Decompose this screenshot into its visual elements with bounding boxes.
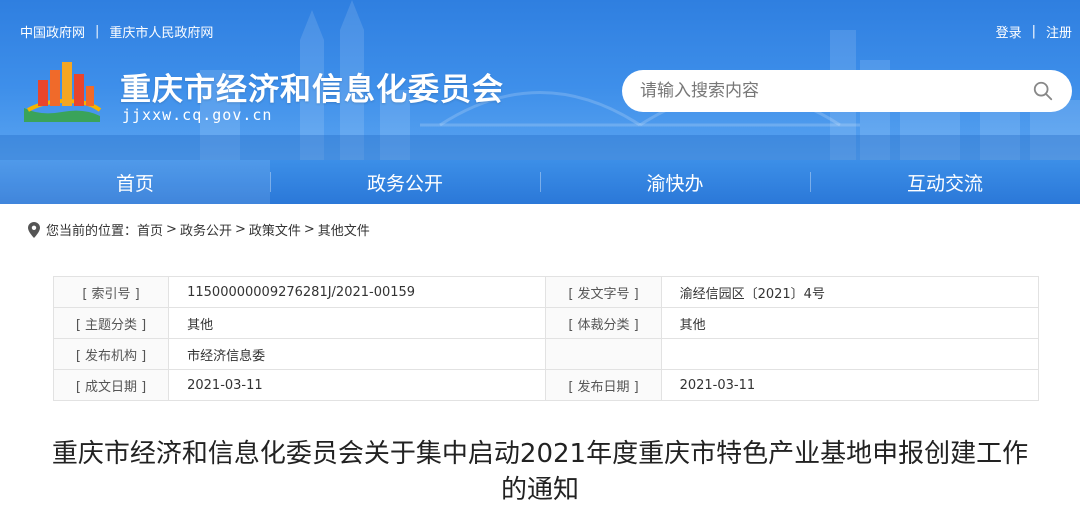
document-info-table: [ 索引号 ] 11500000009276281J/2021-00159 [ … bbox=[52, 276, 1040, 401]
nav-item-interaction[interactable]: 互动交流 bbox=[810, 160, 1080, 204]
divider: | bbox=[95, 24, 100, 39]
breadcrumb-prefix: 您当前的位置： bbox=[46, 224, 138, 239]
table-row: [ 成文日期 ] 2021-03-11 [ 发布日期 ] 2021-03-11 bbox=[52, 369, 1040, 401]
nav-item-home[interactable]: 首页 bbox=[0, 160, 270, 204]
breadcrumb-other-documents[interactable]: 其他文件 bbox=[318, 220, 370, 239]
info-value: 11500000009276281J/2021-00159 bbox=[168, 276, 547, 308]
divider: | bbox=[1031, 24, 1036, 39]
breadcrumb-policy-documents[interactable]: 政策文件 bbox=[249, 220, 301, 239]
site-domain: jjxxw.cq.gov.cn bbox=[122, 106, 273, 124]
info-value: 其他 bbox=[660, 307, 1040, 339]
info-label bbox=[545, 338, 662, 370]
user-links: 登录 | 注册 bbox=[996, 22, 1072, 41]
breadcrumb-separator: > bbox=[166, 222, 177, 237]
breadcrumb-separator: > bbox=[303, 222, 315, 237]
breadcrumb: 您当前的位置： 首页 > 政务公开 > 政策文件 > 其他文件 bbox=[28, 220, 370, 239]
info-value: 其他 bbox=[168, 307, 547, 339]
info-label: [ 索引号 ] bbox=[52, 276, 170, 308]
breadcrumb-home[interactable]: 首页 bbox=[137, 220, 163, 239]
top-links: 中国政府网 | 重庆市人民政府网 bbox=[20, 22, 213, 41]
info-label: [ 发布机构 ] bbox=[52, 338, 170, 370]
info-value: 渝经信园区〔2021〕4号 bbox=[660, 276, 1040, 308]
info-value: 市经济信息委 bbox=[168, 338, 547, 370]
info-label: [ 成文日期 ] bbox=[52, 369, 170, 401]
login-link[interactable]: 登录 bbox=[996, 22, 1022, 41]
info-label: [ 发布日期 ] bbox=[545, 369, 662, 401]
info-label: [ 发文字号 ] bbox=[545, 276, 662, 308]
document-title: 重庆市经济和信息化委员会关于集中启动2021年度重庆市特色产业基地申报创建工作的… bbox=[51, 439, 1029, 505]
nav-item-yukuaiban[interactable]: 渝快办 bbox=[540, 160, 810, 204]
site-header: 中国政府网 | 重庆市人民政府网 登录 | 注册 重庆市经济和信息化委员会 jj… bbox=[0, 0, 1080, 160]
search-input[interactable] bbox=[640, 81, 1032, 101]
search-box bbox=[622, 70, 1072, 112]
table-row: [ 发布机构 ] 市经济信息委 bbox=[52, 338, 1040, 370]
breadcrumb-government-affairs[interactable]: 政务公开 bbox=[180, 220, 232, 239]
info-label: [ 主题分类 ] bbox=[52, 307, 170, 339]
breadcrumb-separator: > bbox=[234, 222, 246, 237]
location-pin-icon bbox=[28, 221, 40, 238]
link-china-gov[interactable]: 中国政府网 bbox=[20, 22, 85, 41]
main-nav: 首页 政务公开 渝快办 互动交流 bbox=[0, 160, 1080, 204]
table-row: [ 主题分类 ] 其他 [ 体裁分类 ] 其他 bbox=[52, 307, 1040, 339]
info-label: [ 体裁分类 ] bbox=[545, 307, 662, 339]
search-icon[interactable] bbox=[1032, 80, 1054, 102]
link-chongqing-gov[interactable]: 重庆市人民政府网 bbox=[109, 22, 213, 41]
info-value: 2021-03-11 bbox=[660, 369, 1040, 401]
register-link[interactable]: 注册 bbox=[1046, 22, 1072, 41]
info-value: 2021-03-11 bbox=[168, 369, 547, 401]
info-value bbox=[660, 338, 1040, 370]
site-logo[interactable] bbox=[20, 58, 104, 124]
nav-item-government-affairs[interactable]: 政务公开 bbox=[270, 160, 540, 204]
site-title[interactable]: 重庆市经济和信息化委员会 bbox=[120, 64, 504, 109]
table-row: [ 索引号 ] 11500000009276281J/2021-00159 [ … bbox=[52, 276, 1040, 308]
